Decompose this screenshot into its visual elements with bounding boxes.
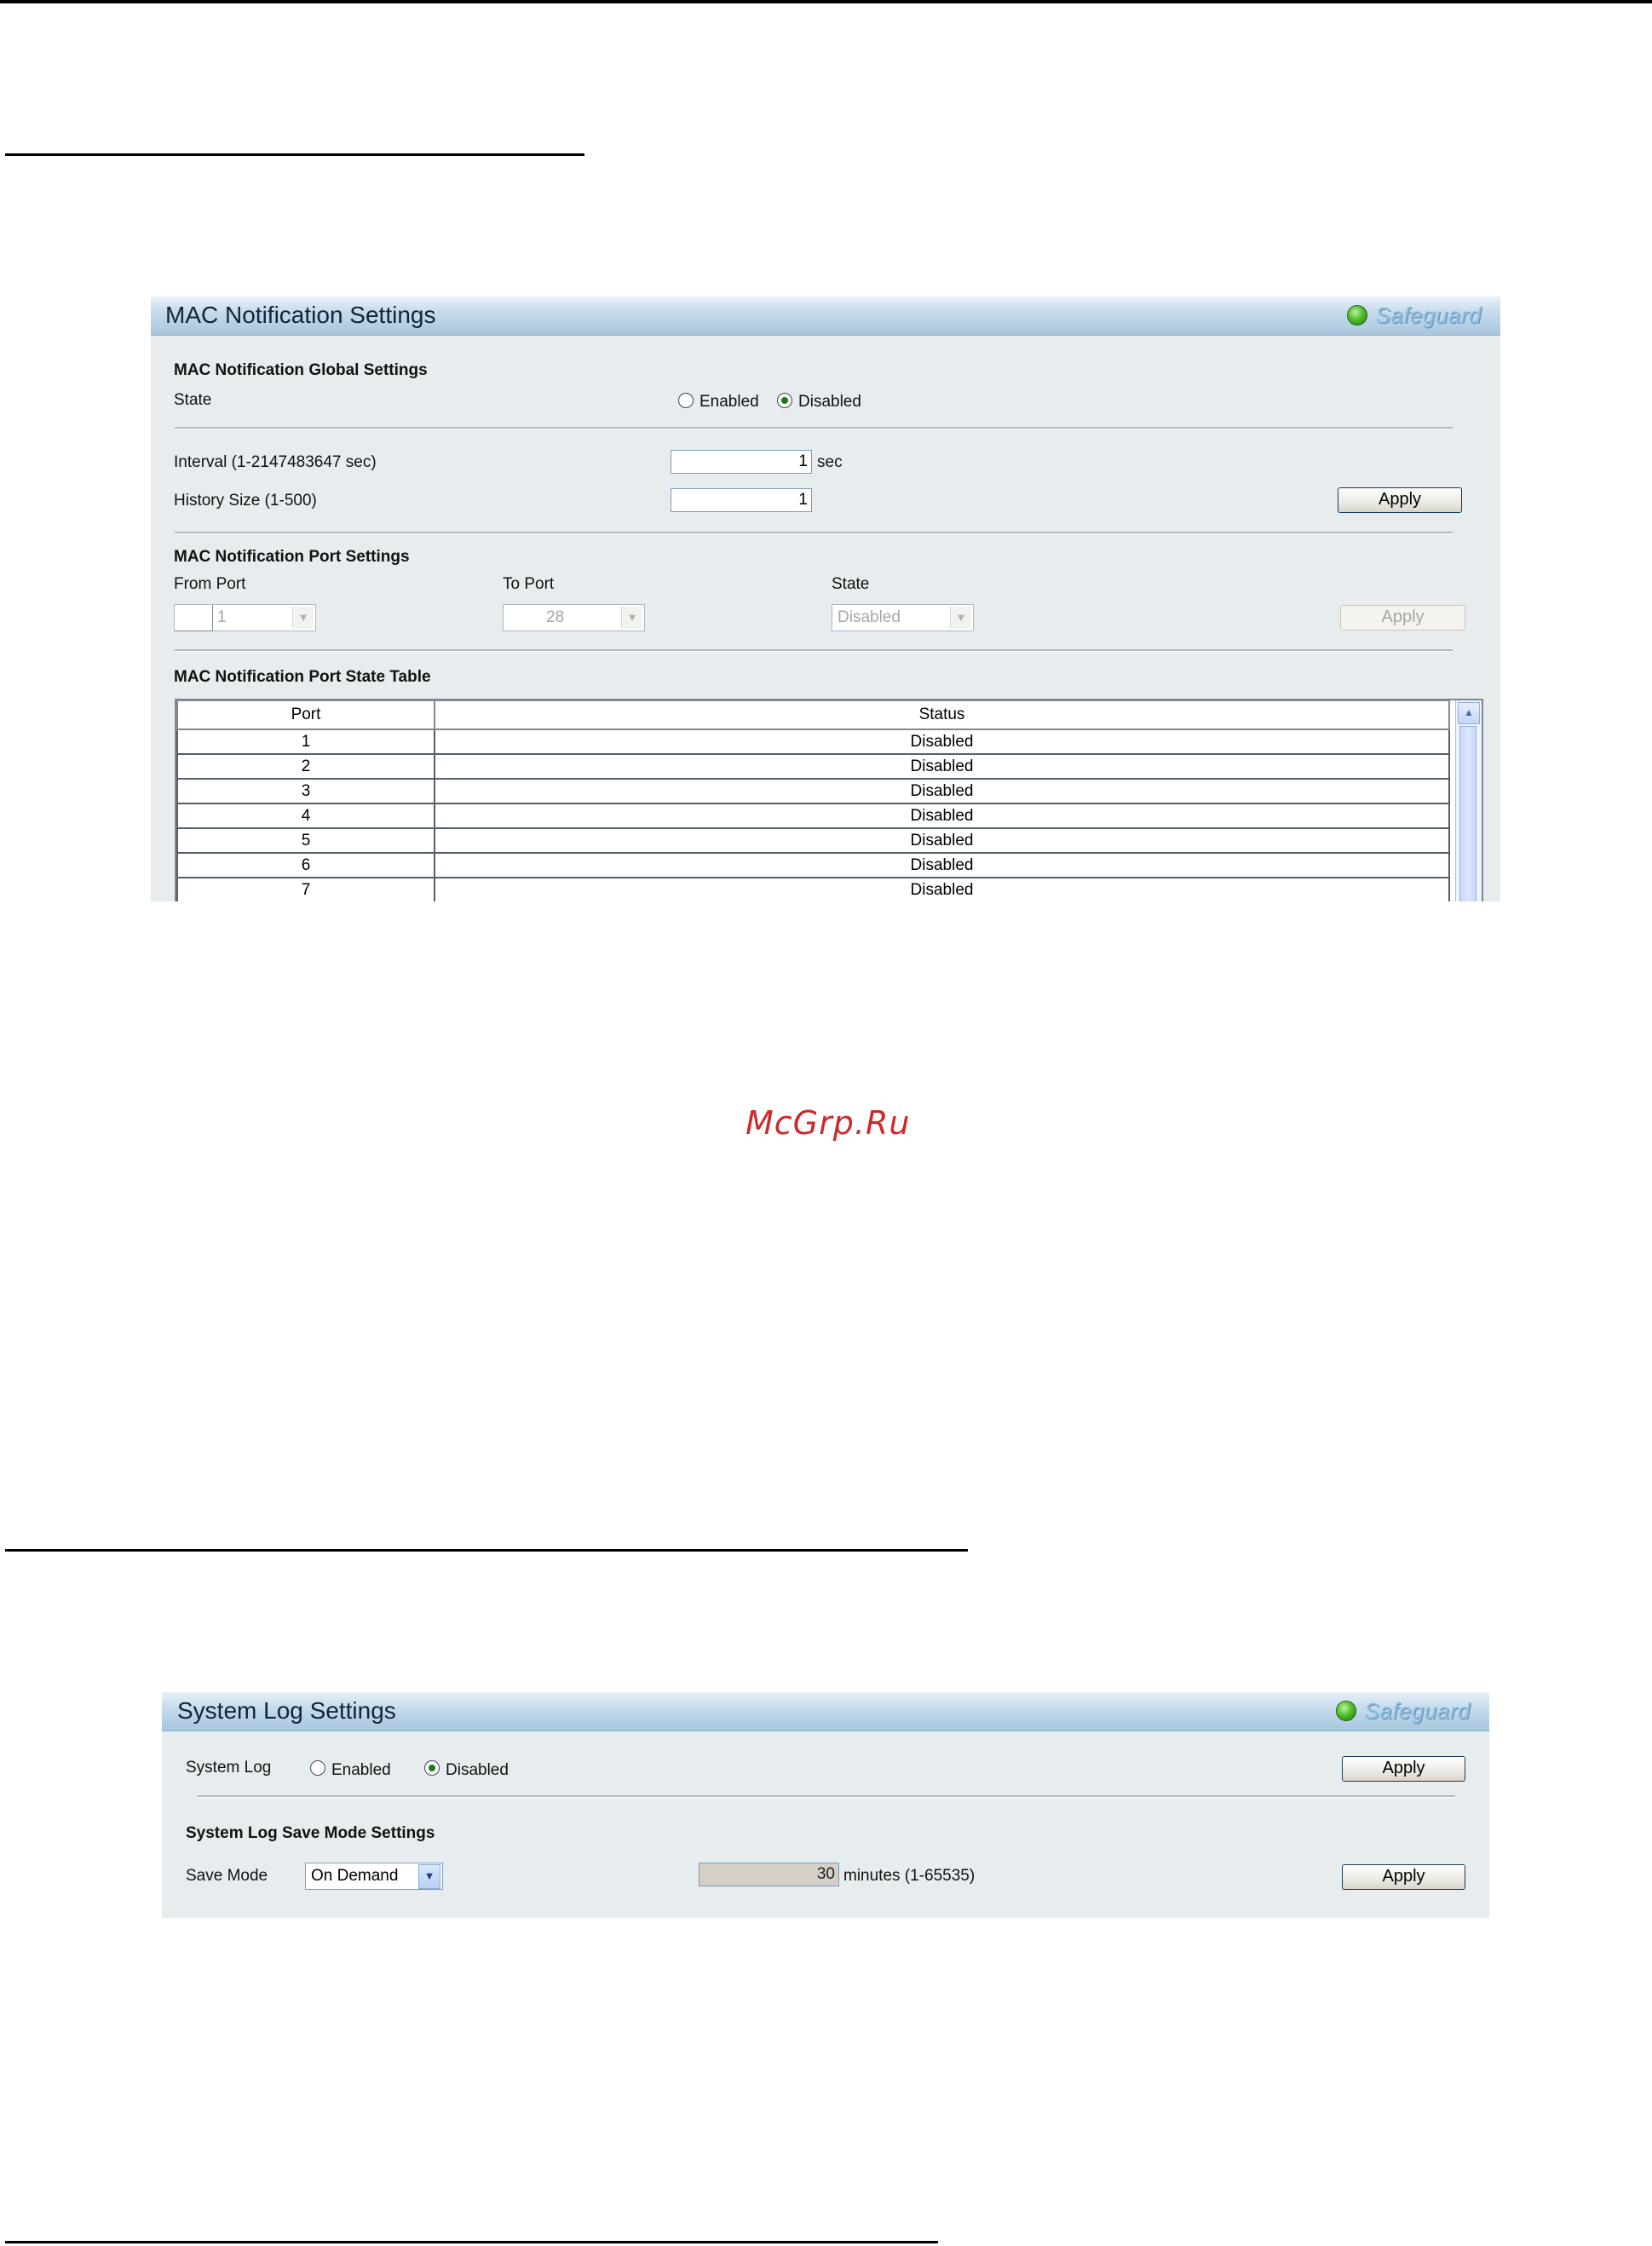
safeguard-status-icon <box>1346 305 1367 325</box>
panel-header: MAC Notification Settings Safeguard <box>151 297 1500 336</box>
divider <box>175 532 1453 534</box>
safeguard-label: Safeguard <box>1364 1697 1471 1724</box>
minutes-input[interactable]: 30 <box>699 1863 839 1886</box>
table-row: 7 Disabled <box>176 878 1450 901</box>
port-cell: 2 <box>176 754 435 780</box>
port-cell: 3 <box>176 779 435 804</box>
table-row: 3 Disabled <box>176 779 1450 804</box>
safeguard-indicator: Safeguard <box>1335 1697 1471 1724</box>
state-disabled-radio[interactable] <box>777 393 792 408</box>
system-log-disabled-label: Disabled <box>446 1761 509 1779</box>
panel-header: System Log Settings Safeguard <box>162 1692 1489 1731</box>
port-cell: 1 <box>176 729 435 755</box>
to-port-label: To Port <box>503 575 555 593</box>
from-port-value: 1 <box>217 608 227 626</box>
global-settings-heading: MAC Notification Global Settings <box>174 361 428 379</box>
status-cell: Disabled <box>434 878 1450 901</box>
status-cell: Disabled <box>434 779 1450 804</box>
save-mode-apply-button[interactable]: Apply <box>1342 1864 1465 1890</box>
safeguard-indicator: Safeguard <box>1346 302 1482 328</box>
table-row: 4 Disabled <box>176 803 1450 829</box>
state-label: State <box>174 391 212 409</box>
section-underline <box>5 153 584 156</box>
scrollbar-thumb[interactable] <box>1459 726 1476 901</box>
table-row: 2 Disabled <box>176 754 1450 780</box>
port-cell: 7 <box>176 878 435 901</box>
chevron-down-icon: ▼ <box>418 1864 440 1889</box>
history-size-input[interactable]: 1 <box>671 488 812 512</box>
table-row: 5 Disabled <box>176 828 1450 854</box>
interval-unit: sec <box>817 453 843 471</box>
divider <box>175 649 1453 652</box>
status-cell: Disabled <box>434 754 1450 780</box>
table-row: 6 Disabled <box>176 853 1450 878</box>
divider <box>198 1795 1455 1798</box>
port-state-label: State <box>832 575 870 593</box>
table-row: 1 Disabled <box>176 729 1450 755</box>
safeguard-label: Safeguard <box>1375 302 1482 328</box>
table-scrollbar[interactable]: ▲ <box>1455 700 1482 901</box>
port-state-select[interactable]: Disabled ▼ <box>832 604 974 631</box>
port-cell: 4 <box>176 803 435 829</box>
section-underline <box>5 1549 968 1552</box>
status-cell: Disabled <box>434 803 1450 829</box>
top-border <box>0 0 1652 3</box>
chevron-down-icon: ▼ <box>292 607 314 629</box>
save-mode-select[interactable]: On Demand ▼ <box>305 1863 443 1890</box>
section-underline <box>5 2241 938 2243</box>
interval-label: Interval (1-2147483647 sec) <box>174 453 377 471</box>
column-header-status: Status <box>434 700 1450 730</box>
from-port-select[interactable]: 1 ▼ <box>174 604 316 631</box>
chevron-down-icon: ▼ <box>621 607 642 629</box>
system-log-enabled-label: Enabled <box>331 1761 391 1779</box>
save-mode-value: On Demand <box>311 1867 399 1885</box>
minutes-label: minutes (1-65535) <box>843 1867 976 1885</box>
system-log-apply-button[interactable]: Apply <box>1342 1756 1465 1782</box>
page-title: MAC Notification Settings <box>165 302 436 328</box>
port-state-value: Disabled <box>838 608 901 626</box>
port-settings-heading: MAC Notification Port Settings <box>174 548 410 566</box>
divider <box>175 427 1453 429</box>
status-cell: Disabled <box>434 853 1450 878</box>
chevron-down-icon: ▼ <box>950 607 971 629</box>
system-log-enabled-radio[interactable] <box>310 1760 325 1776</box>
scroll-up-icon[interactable]: ▲ <box>1458 702 1480 724</box>
interval-input[interactable]: 1 <box>671 450 812 474</box>
status-cell: Disabled <box>434 828 1450 854</box>
safeguard-status-icon <box>1335 1701 1356 1721</box>
port-cell: 6 <box>176 853 435 878</box>
state-enabled-radio[interactable] <box>678 393 694 408</box>
watermark: McGrp.Ru <box>745 1104 911 1142</box>
history-size-label: History Size (1-500) <box>174 492 317 510</box>
from-port-label: From Port <box>174 575 246 593</box>
column-header-port: Port <box>176 700 435 730</box>
system-log-label: System Log <box>186 1759 272 1777</box>
port-apply-button[interactable]: Apply <box>1340 605 1465 631</box>
global-apply-button[interactable]: Apply <box>1338 487 1462 513</box>
page-title: System Log Settings <box>177 1697 396 1724</box>
port-state-table-heading: MAC Notification Port State Table <box>174 668 431 686</box>
state-disabled-label: Disabled <box>798 393 861 411</box>
to-port-select[interactable]: 28 ▼ <box>503 604 645 631</box>
state-enabled-label: Enabled <box>699 393 759 411</box>
save-mode-heading: System Log Save Mode Settings <box>186 1824 435 1842</box>
port-state-table: Port Status 1 Disabled 2 Disabled 3 Disable… <box>175 699 1483 901</box>
save-mode-label: Save Mode <box>186 1867 268 1885</box>
system-log-disabled-radio[interactable] <box>424 1760 440 1776</box>
status-cell: Disabled <box>434 729 1450 755</box>
to-port-value: 28 <box>546 608 565 626</box>
port-cell: 5 <box>176 828 435 854</box>
